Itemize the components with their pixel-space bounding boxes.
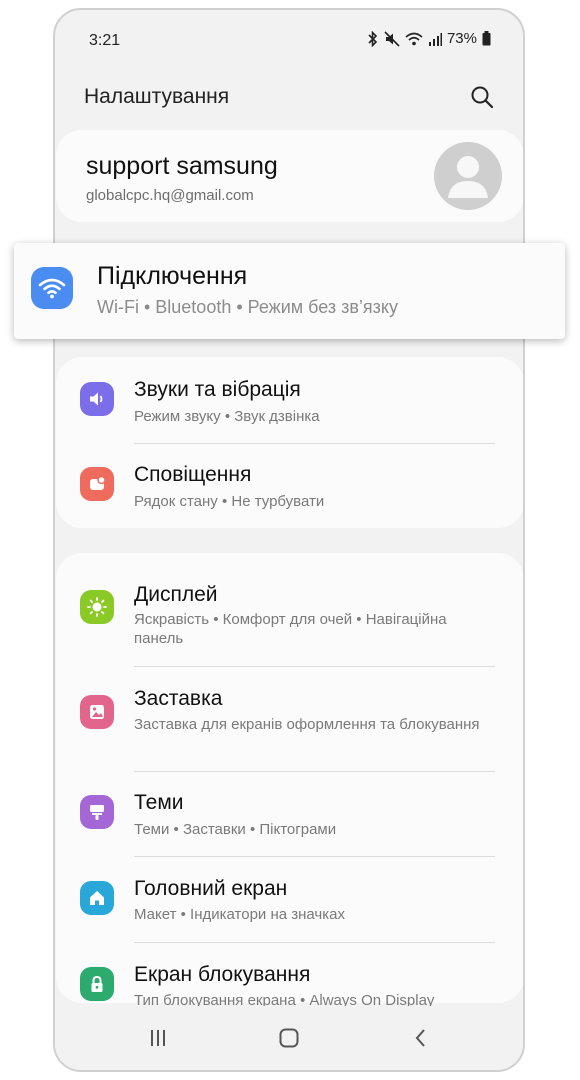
back-icon[interactable] (403, 1020, 439, 1056)
battery-icon (482, 31, 491, 46)
menu-item-title: Головний екран (134, 877, 288, 900)
wallpaper-icon (80, 695, 114, 729)
wifi-status-icon (405, 32, 423, 46)
menu-item-subtitle: Теми • Заставки • Піктограми (134, 821, 337, 838)
lock-icon (80, 967, 114, 1001)
menu-item-sounds[interactable]: Звуки та вібрація Режим звуку • Звук дзв… (56, 357, 523, 443)
volume-icon (80, 382, 114, 416)
menu-item-notifications[interactable]: Сповіщення Рядок стану • Не турбувати (56, 444, 523, 528)
menu-item-title: Підключення (97, 262, 248, 290)
wifi-icon (31, 267, 73, 309)
settings-group-sound: Звуки та вібрація Режим звуку • Звук дзв… (56, 357, 523, 528)
menu-item-lock-screen[interactable]: Екран блокування Тип блокування екрана •… (56, 943, 523, 1009)
menu-item-title: Сповіщення (134, 463, 252, 486)
navigation-bar (55, 1006, 523, 1070)
home-button-icon[interactable] (271, 1020, 307, 1056)
status-icons: 73% (367, 30, 491, 47)
page-title: Налаштування (84, 85, 230, 108)
menu-item-connections[interactable]: Підключення Wi-Fi • Bluetooth • Режим бе… (14, 243, 565, 339)
menu-item-title: Теми (134, 791, 184, 814)
mute-icon (384, 30, 400, 47)
account-email: globalcpc.hq@gmail.com (86, 187, 254, 204)
themes-icon (80, 795, 114, 829)
notification-icon (80, 467, 114, 501)
settings-header: Налаштування (55, 70, 523, 126)
menu-item-subtitle: Wi-Fi • Bluetooth • Режим без зв’язку (97, 297, 399, 317)
menu-item-subtitle: Заставка для екранів оформлення та блоку… (134, 716, 480, 733)
status-bar: 3:21 73% (55, 10, 523, 70)
account-name: support samsung (86, 152, 278, 180)
status-time: 3:21 (89, 32, 121, 49)
menu-item-subtitle: Яскравість • Комфорт для очей • Навігаці… (134, 611, 447, 647)
menu-item-title: Дисплей (134, 583, 218, 606)
settings-group-display: Дисплей Яскравість • Комфорт для очей • … (56, 553, 523, 1009)
search-icon[interactable] (467, 82, 497, 112)
menu-item-title: Звуки та вібрація (134, 378, 301, 401)
menu-item-title: Екран блокування (134, 963, 311, 986)
avatar (434, 142, 502, 210)
menu-item-display[interactable]: Дисплей Яскравість • Комфорт для очей • … (56, 553, 523, 658)
menu-item-subtitle: Рядок стану • Не турбувати (134, 493, 325, 510)
menu-item-home-screen[interactable]: Головний екран Макет • Індикатори на зна… (56, 857, 523, 941)
signal-icon (428, 32, 442, 46)
phone-frame: 3:21 73% Налаштування support samsung gl… (53, 8, 525, 1072)
brightness-icon (80, 590, 114, 624)
menu-item-subtitle: Макет • Індикатори на значках (134, 906, 345, 923)
menu-item-subtitle: Режим звуку • Звук дзвінка (134, 408, 320, 425)
recent-apps-icon[interactable] (140, 1020, 176, 1056)
menu-item-wallpaper[interactable]: Заставка Заставка для екранів оформлення… (56, 667, 523, 770)
account-card[interactable]: support samsung globalcpc.hq@gmail.com (56, 130, 523, 222)
menu-item-themes[interactable]: Теми Теми • Заставки • Піктограми (56, 772, 523, 856)
bluetooth-icon (367, 30, 379, 47)
battery-percent: 73% (446, 30, 477, 47)
menu-item-title: Заставка (134, 687, 223, 710)
home-icon (80, 881, 114, 915)
